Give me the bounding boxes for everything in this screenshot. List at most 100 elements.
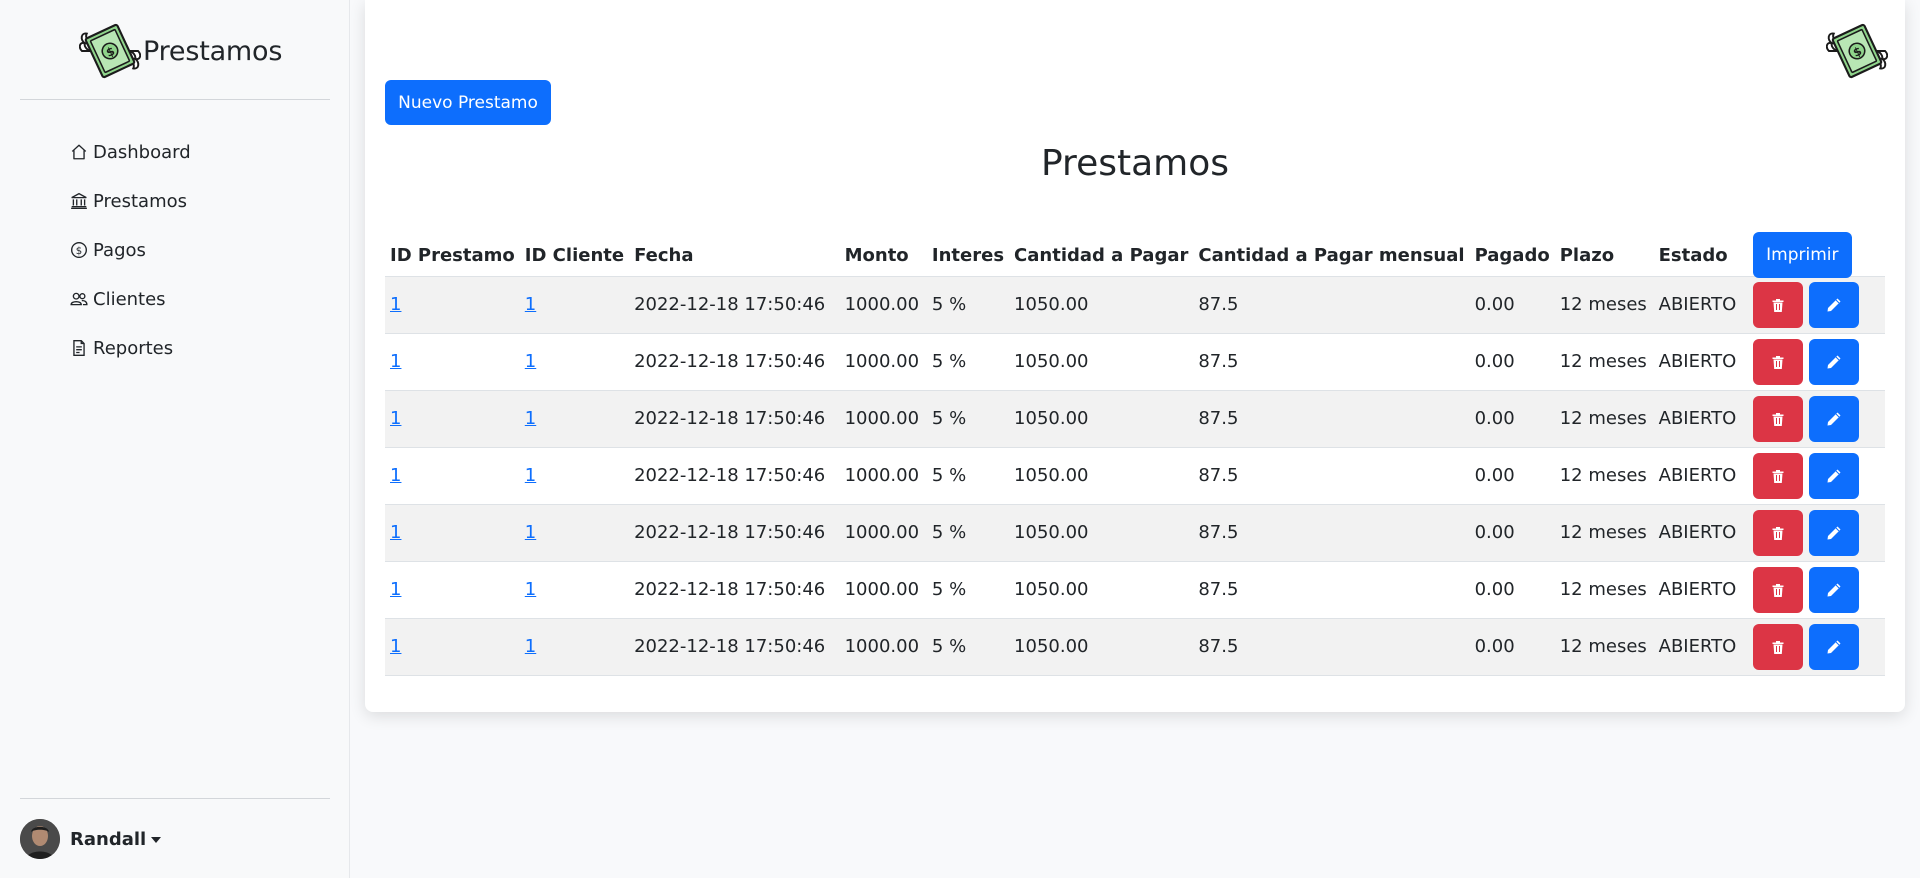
cell-cantidad: 1050.00 — [1009, 333, 1194, 391]
cell-estado: ABIERTO — [1653, 618, 1748, 676]
sidebar-item-pagos[interactable]: $ Pagos — [70, 226, 191, 275]
cell-monto: 1000.00 — [839, 390, 927, 448]
cell-estado: ABIERTO — [1653, 561, 1748, 619]
sidebar-item-prestamos[interactable]: Prestamos — [70, 177, 191, 226]
trash-icon — [1772, 640, 1784, 654]
cell-monto: 1000.00 — [839, 618, 927, 676]
trash-icon — [1772, 412, 1784, 426]
cell-cantidad: 1050.00 — [1009, 390, 1194, 448]
cell-cantidad: 1050.00 — [1009, 447, 1194, 505]
pencil-icon — [1827, 640, 1841, 653]
cell-plazo: 12 meses — [1554, 390, 1654, 448]
cell-monto: 1000.00 — [839, 561, 927, 619]
cell-interes: 5 % — [926, 618, 1010, 676]
print-button[interactable]: Imprimir — [1752, 231, 1852, 278]
flying-money-logo-icon — [1826, 20, 1888, 82]
cell-plazo: 12 meses — [1554, 618, 1654, 676]
loan-id-link[interactable]: 1 — [390, 522, 401, 543]
brand-name: Prestamos — [143, 35, 283, 67]
delete-button[interactable] — [1752, 452, 1803, 499]
cell-pagado: 0.00 — [1469, 333, 1555, 391]
client-id-link[interactable]: 1 — [525, 636, 536, 657]
edit-button[interactable] — [1808, 509, 1859, 556]
column-header: Interes — [926, 222, 1010, 277]
sidebar-item-label: Clientes — [93, 289, 166, 310]
cell-actions — [1747, 447, 1885, 505]
user-menu[interactable]: Randall — [20, 819, 162, 859]
column-header: Plazo — [1554, 222, 1654, 277]
cell-plazo: 12 meses — [1554, 447, 1654, 505]
cell-interes: 5 % — [926, 504, 1010, 562]
client-id-link[interactable]: 1 — [525, 294, 536, 315]
pencil-icon — [1827, 469, 1841, 482]
cell-fecha: 2022-12-18 17:50:46 — [629, 561, 840, 619]
client-id-link[interactable]: 1 — [525, 408, 536, 429]
cell-mensual: 87.5 — [1193, 618, 1470, 676]
cell-actions — [1747, 390, 1885, 448]
client-id-link[interactable]: 1 — [525, 579, 536, 600]
cell-id-prestamo: 1 — [385, 390, 520, 448]
delete-button[interactable] — [1752, 338, 1803, 385]
cell-id-cliente: 1 — [519, 390, 630, 448]
pencil-icon — [1827, 526, 1841, 539]
cell-mensual: 87.5 — [1193, 333, 1470, 391]
pencil-icon — [1827, 298, 1841, 311]
cell-interes: 5 % — [926, 447, 1010, 505]
loan-id-link[interactable]: 1 — [390, 579, 401, 600]
column-header: Pagado — [1469, 222, 1555, 277]
table-body: 1 1 2022-12-18 17:50:46 1000.00 5 % 1050.00 87… — [385, 276, 1885, 676]
cell-mensual: 87.5 — [1193, 504, 1470, 562]
edit-button[interactable] — [1808, 623, 1859, 670]
cell-id-prestamo: 1 — [385, 276, 520, 334]
client-id-link[interactable]: 1 — [525, 351, 536, 372]
edit-button[interactable] — [1808, 566, 1859, 613]
edit-button[interactable] — [1808, 338, 1859, 385]
sidebar-nav: Dashboard Prestamos $ Pagos Clientes Rep… — [70, 128, 191, 373]
svg-text:$: $ — [76, 245, 82, 256]
sidebar-divider-top — [20, 99, 330, 100]
cell-interes: 5 % — [926, 561, 1010, 619]
cell-monto: 1000.00 — [839, 447, 927, 505]
cell-id-prestamo: 1 — [385, 447, 520, 505]
cell-pagado: 0.00 — [1469, 390, 1555, 448]
cell-plazo: 12 meses — [1554, 276, 1654, 334]
cell-id-prestamo: 1 — [385, 618, 520, 676]
sidebar: Prestamos Dashboard Prestamos $ Pagos Cl — [0, 0, 350, 878]
loan-id-link[interactable]: 1 — [390, 294, 401, 315]
cell-fecha: 2022-12-18 17:50:46 — [629, 504, 840, 562]
dollar-circle-icon: $ — [70, 241, 90, 261]
delete-button[interactable] — [1752, 395, 1803, 442]
trash-icon — [1772, 469, 1784, 483]
client-id-link[interactable]: 1 — [525, 465, 536, 486]
pencil-icon — [1827, 583, 1841, 596]
delete-button[interactable] — [1752, 566, 1803, 613]
column-header: Estado — [1653, 222, 1748, 277]
loan-id-link[interactable]: 1 — [390, 636, 401, 657]
flying-money-logo-icon — [79, 20, 141, 82]
delete-button[interactable] — [1752, 623, 1803, 670]
cell-pagado: 0.00 — [1469, 561, 1555, 619]
cell-mensual: 87.5 — [1193, 561, 1470, 619]
sidebar-item-clientes[interactable]: Clientes — [70, 275, 191, 324]
edit-button[interactable] — [1808, 281, 1859, 328]
brand[interactable]: Prestamos — [79, 20, 282, 82]
column-header: Cantidad a Pagar mensual — [1193, 222, 1470, 277]
cell-cantidad: 1050.00 — [1009, 504, 1194, 562]
file-text-icon — [70, 339, 90, 359]
sidebar-item-reportes[interactable]: Reportes — [70, 324, 191, 373]
cell-plazo: 12 meses — [1554, 504, 1654, 562]
loan-id-link[interactable]: 1 — [390, 408, 401, 429]
table-row: 1 1 2022-12-18 17:50:46 1000.00 5 % 1050.00 87… — [385, 504, 1885, 562]
delete-button[interactable] — [1752, 281, 1803, 328]
sidebar-item-dashboard[interactable]: Dashboard — [70, 128, 191, 177]
delete-button[interactable] — [1752, 509, 1803, 556]
cell-cantidad: 1050.00 — [1009, 276, 1194, 334]
loan-id-link[interactable]: 1 — [390, 351, 401, 372]
loan-id-link[interactable]: 1 — [390, 465, 401, 486]
new-loan-button[interactable]: Nuevo Prestamo — [385, 80, 551, 125]
edit-button[interactable] — [1808, 452, 1859, 499]
client-id-link[interactable]: 1 — [525, 522, 536, 543]
cell-fecha: 2022-12-18 17:50:46 — [629, 276, 840, 334]
edit-button[interactable] — [1808, 395, 1859, 442]
trash-icon — [1772, 298, 1784, 312]
